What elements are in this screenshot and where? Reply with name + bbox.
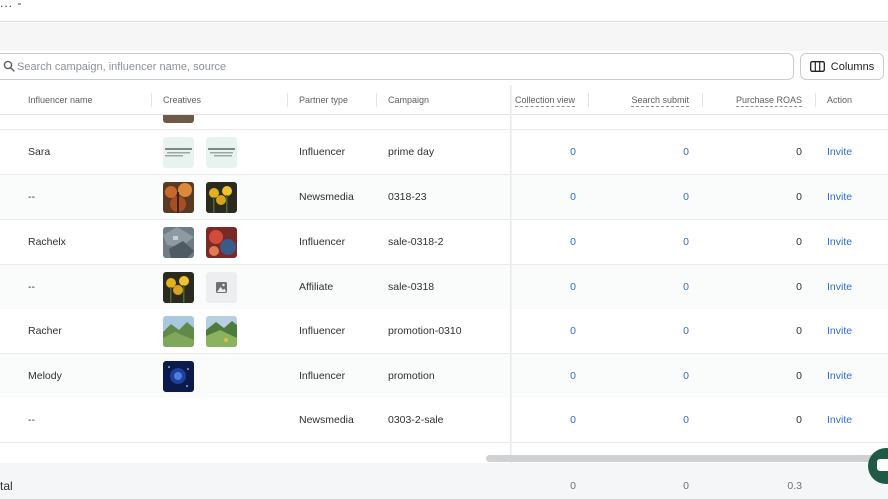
creative-thumbnail [163,115,194,123]
purchase-roas-value: 0 [796,414,802,426]
collection-view-value[interactable]: 0 [520,309,576,353]
campaign-name: sale-0318 [388,281,435,293]
header-band [0,23,888,51]
invite-button[interactable]: Invite [827,220,852,264]
creative-thumbnail[interactable] [163,272,194,303]
partner-type: Affiliate [299,281,334,293]
purchase-roas-value: 0 [796,146,802,158]
collection-view-value[interactable]: 0 [520,220,576,264]
column-header-campaign[interactable]: Campaign [375,85,429,115]
influencer-name: Melody [28,370,62,382]
table-row[interactable]: -- Newsmedia 0303-2-sale 0 0 0 Invite [0,398,888,443]
campaign-name: 0318-23 [388,191,427,203]
partner-type: Influencer [299,325,346,337]
influencer-name: Rachelx [28,236,66,248]
invite-button[interactable]: Invite [827,175,852,219]
search-submit-value[interactable]: 0 [630,175,689,219]
campaign-name: prime day [388,146,435,158]
invite-button[interactable]: Invite [827,265,852,309]
table-toolbar: Columns [0,51,888,85]
search-submit-value[interactable]: 0 [630,220,689,264]
search-submit-value[interactable]: 0 [630,130,689,174]
invite-button[interactable]: Invite [827,309,852,353]
table-row[interactable]: -- Affiliate sale-0318 0 0 0 Invite [0,265,888,310]
creative-thumbnail[interactable] [163,137,194,168]
table-row[interactable]: -- Newsmedia 0318-23 0 0 0 Invite [0,175,888,220]
table-header: Influencer name Creatives Partner type C… [0,85,888,115]
influencer-name: -- [28,191,35,203]
total-collection-view: 0 [570,480,576,492]
partner-type: Newsmedia [299,191,354,203]
partner-type: Influencer [299,146,346,158]
column-header-search-submit[interactable]: Search submit [588,85,689,115]
top-bar: ... - [0,0,888,22]
influencer-name: Racher [28,325,62,337]
total-purchase-roas: 0.3 [787,480,802,492]
invite-button[interactable]: Invite [827,130,852,174]
collection-view-value[interactable]: 0 [520,175,576,219]
search-input[interactable] [17,58,777,76]
total-row: tal 0 0 0.3 [0,463,888,499]
invite-button[interactable]: Invite [827,354,852,398]
table-row[interactable]: Sara Influencer prime day 0 0 0 Invite [0,130,888,175]
columns-button-label: Columns [830,60,875,73]
search-icon [3,60,15,72]
creative-thumbnail[interactable] [163,316,194,347]
search-box[interactable] [0,53,794,80]
purchase-roas-value: 0 [796,191,802,203]
collection-view-value[interactable]: 0 [520,354,576,398]
search-submit-value[interactable]: 0 [630,398,689,442]
creative-thumbnail[interactable] [206,316,237,347]
search-submit-value[interactable]: 0 [630,309,689,353]
creative-thumbnail[interactable] [206,272,237,303]
creative-thumbnail[interactable] [163,361,194,392]
column-header-creatives[interactable]: Creatives [150,85,201,115]
collection-view-value[interactable]: 0 [520,130,576,174]
influencer-name: -- [28,281,35,293]
creative-thumbnail[interactable] [206,182,237,213]
chat-bubble-glyph [877,459,888,471]
breadcrumb: ... - [0,0,23,10]
sticky-column-divider [510,85,512,499]
image-placeholder-icon [206,272,237,303]
purchase-roas-value: 0 [796,236,802,248]
purchase-roas-value: 0 [796,325,802,337]
influencer-name: Sara [28,146,51,158]
partner-type: Newsmedia [299,414,354,426]
collection-view-value[interactable]: 0 [520,398,576,442]
column-header-purchase-roas[interactable]: Purchase ROAS [702,85,802,115]
scrollbar-thumb[interactable] [486,455,888,462]
total-search-submit: 0 [683,480,689,492]
column-header-action: Action [814,85,852,115]
partner-type: Influencer [299,236,346,248]
creative-thumbnail[interactable] [163,227,194,258]
creative-thumbnail[interactable] [163,182,194,213]
column-header-collection-view[interactable]: Collection view [515,85,576,115]
collection-view-value[interactable]: 0 [520,265,576,309]
column-header-partner-type[interactable]: Partner type [286,85,348,115]
campaign-name: promotion-0310 [388,325,462,337]
invite-button[interactable]: Invite [827,398,852,442]
purchase-roas-value: 0 [796,370,802,382]
columns-button[interactable]: Columns [800,53,884,80]
table-row[interactable]: Rachelx Influencer sale-0318-2 0 0 0 Inv… [0,220,888,265]
columns-icon [809,61,825,72]
campaign-name: sale-0318-2 [388,236,444,248]
campaign-name: 0303-2-sale [388,414,444,426]
total-label: tal [0,479,13,493]
column-header-influencer-name[interactable]: Influencer name [28,85,93,115]
creative-thumbnail[interactable] [206,137,237,168]
table-row-partial [0,115,888,130]
search-submit-value[interactable]: 0 [630,265,689,309]
horizontal-scrollbar[interactable] [486,455,888,463]
search-submit-value[interactable]: 0 [630,354,689,398]
creative-thumbnail[interactable] [206,227,237,258]
partner-type: Influencer [299,370,346,382]
purchase-roas-value: 0 [796,281,802,293]
campaign-name: promotion [388,370,435,382]
table-row[interactable]: Racher Influencer promotion-0310 0 0 0 I… [0,309,888,354]
table-row[interactable]: Melody Influencer promotion 0 0 0 Invite [0,354,888,399]
influencer-name: -- [28,414,35,426]
